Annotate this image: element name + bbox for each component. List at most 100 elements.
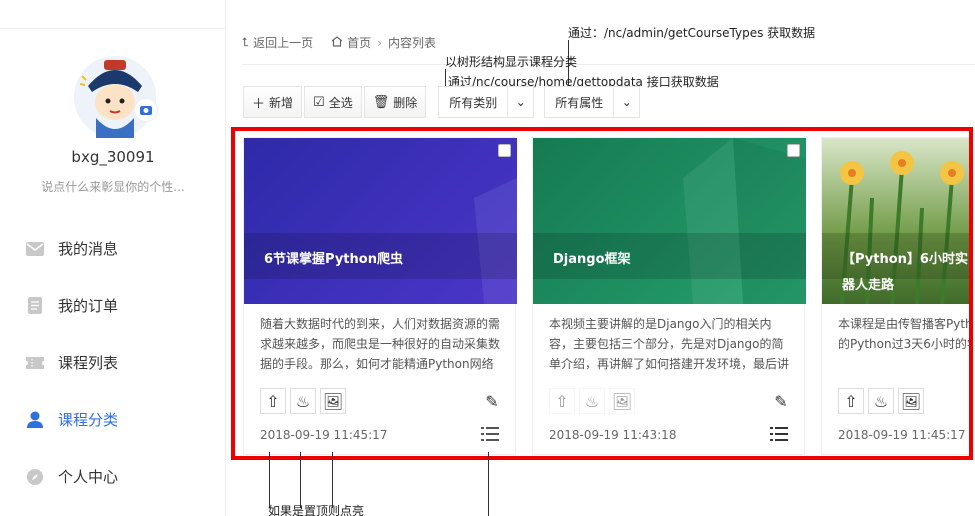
hot-button[interactable]: ♨ — [290, 388, 316, 414]
course-description: 随着大数据时代的到来，人们对数据资源的需求越来越多，而爬虫是一种很好的自动采集数… — [260, 317, 501, 371]
add-button[interactable]: ＋新增 — [243, 86, 303, 118]
annotation-line — [332, 452, 333, 508]
delete-button[interactable]: 🗑 删除 — [363, 86, 427, 118]
checkbox-icon: ☑ — [313, 94, 325, 110]
pin-top-button[interactable]: ⇧ — [549, 388, 575, 414]
breadcrumb: ⮤ 返回上一页 首页 › 内容列表 — [242, 34, 436, 51]
annotation-line — [300, 452, 301, 508]
course-card[interactable]: 【Python】6小时实 器人走路 本课程是由传智播客Python基础同学所开展… — [821, 137, 973, 455]
home-icon[interactable] — [331, 35, 343, 50]
trash-icon: 🗑 — [372, 94, 390, 110]
divider — [0, 28, 226, 29]
hot-button[interactable]: ♨ — [868, 388, 894, 414]
course-date: 2018-09-19 11:43:18 — [549, 428, 677, 442]
course-title: 【Python】6小时实 — [842, 252, 968, 267]
sidebar: bxg_30091 说点什么来彰显你的个性... 我的消息 我的订单 课程列表 … — [0, 0, 226, 516]
avatar[interactable] — [74, 56, 156, 138]
edit-button[interactable]: ✎ — [770, 390, 792, 412]
sidebar-item-label: 课程列表 — [58, 354, 119, 372]
course-title-line2: 器人走路 — [842, 278, 895, 293]
course-date: 2018-09-19 11:45:17 — [838, 428, 966, 442]
sidebar-item-label: 我的订单 — [58, 297, 119, 315]
course-card[interactable]: 6节课掌握Python爬虫 随着大数据时代的到来，人们对数据资源的需求越来越多，… — [243, 137, 517, 455]
card-actions: ⇧ ♨ 🖼 — [838, 388, 928, 414]
image-icon: 🖼 — [611, 391, 633, 411]
image-icon: 🖼 — [322, 391, 344, 411]
list-icon[interactable] — [768, 425, 790, 443]
pin-top-button[interactable]: ⇧ — [260, 388, 286, 414]
flame-icon: ♨ — [584, 391, 600, 411]
signature[interactable]: 说点什么来彰显你的个性... — [0, 178, 226, 195]
compass-icon — [26, 468, 44, 486]
sidebar-item-orders[interactable]: 我的订单 — [0, 277, 226, 334]
arrow-up-icon: ⇧ — [844, 391, 858, 411]
category-select[interactable]: 所有类别 ⌄ — [438, 86, 535, 118]
annotation-line — [488, 452, 489, 516]
sidebar-item-personal-center[interactable]: 个人中心 — [0, 448, 226, 505]
sidebar-item-label: 我的消息 — [58, 240, 119, 258]
back-link[interactable]: 返回上一页 — [253, 34, 313, 51]
course-cards-frame: 6节课掌握Python爬虫 随着大数据时代的到来，人们对数据资源的需求越来越多，… — [231, 127, 973, 460]
course-date: 2018-09-19 11:45:17 — [260, 428, 388, 442]
arrow-up-icon: ⇧ — [266, 391, 280, 411]
sidebar-nav: 我的消息 我的订单 课程列表 课程分类 个人中心 — [0, 220, 226, 505]
chevron-down-icon: ⌄ — [613, 87, 639, 117]
image-button[interactable]: 🖼 — [609, 388, 635, 414]
annotation-api-types: 通过：/nc/admin/getCourseTypes 获取数据 — [568, 26, 816, 40]
course-description: 本课程是由传智播客Python基础同学所开展的Python过3天6小时的学习，让… — [838, 317, 973, 351]
camera-icon[interactable] — [134, 98, 158, 122]
delete-label: 删除 — [393, 95, 418, 110]
chevron-down-icon: ⌄ — [507, 87, 533, 117]
sidebar-item-label: 课程分类 — [58, 411, 119, 429]
course-title: Django框架 — [553, 252, 631, 267]
ticket-icon — [26, 354, 44, 372]
annotation-line — [445, 69, 446, 86]
course-card[interactable]: Django框架 本视频主要讲解的是Django入门的相关内容，主要包括三个部分… — [532, 137, 806, 455]
list-icon[interactable] — [479, 425, 501, 443]
add-label: 新增 — [269, 95, 294, 110]
hot-button[interactable]: ♨ — [579, 388, 605, 414]
divider — [242, 64, 975, 65]
flame-icon: ♨ — [873, 391, 889, 411]
pencil-icon: ✎ — [774, 391, 788, 411]
image-icon: 🖼 — [900, 391, 922, 411]
username: bxg_30091 — [71, 148, 155, 166]
annotation-line — [269, 452, 270, 508]
chevron-right-icon: › — [377, 35, 382, 50]
toolbar: ＋新增 ☑ 全选 🗑 删除 所有类别 ⌄ 所有属性 ⌄ — [243, 86, 641, 118]
card-actions: ⇧ ♨ 🖼 — [549, 388, 639, 414]
course-cover[interactable]: 6节课掌握Python爬虫 — [244, 138, 517, 304]
sidebar-item-messages[interactable]: 我的消息 — [0, 220, 226, 277]
pin-top-button[interactable]: ⇧ — [838, 388, 864, 414]
card-checkbox[interactable] — [787, 144, 800, 157]
back-icon[interactable]: ⮤ — [242, 35, 249, 50]
image-button[interactable]: 🖼 — [898, 388, 924, 414]
document-icon — [26, 297, 44, 315]
image-button[interactable]: 🖼 — [320, 388, 346, 414]
pencil-icon: ✎ — [485, 391, 499, 411]
category-select-value: 所有类别 — [449, 95, 498, 110]
select-all-label: 全选 — [328, 95, 353, 110]
course-description: 本视频主要讲解的是Django入门的相关内容，主要包括三个部分，先是对Djang… — [549, 317, 790, 371]
user-icon — [26, 411, 44, 429]
sidebar-item-course-category[interactable]: 课程分类 — [0, 391, 226, 448]
sidebar-item-label: 个人中心 — [58, 468, 119, 486]
mail-icon — [26, 240, 44, 258]
plus-icon: ＋ — [252, 96, 266, 112]
course-cover[interactable]: 【Python】6小时实 器人走路 — [822, 138, 969, 304]
card-checkbox[interactable] — [498, 144, 511, 157]
attribute-select-value: 所有属性 — [555, 95, 604, 110]
sidebar-item-course-list[interactable]: 课程列表 — [0, 334, 226, 391]
course-cover[interactable]: Django框架 — [533, 138, 806, 304]
attribute-select[interactable]: 所有属性 ⌄ — [544, 86, 641, 118]
course-card-list: 6节课掌握Python爬虫 随着大数据时代的到来，人们对数据资源的需求越来越多，… — [243, 137, 973, 456]
arrow-up-icon: ⇧ — [555, 391, 569, 411]
select-all-button[interactable]: ☑ 全选 — [304, 86, 362, 118]
flame-icon: ♨ — [295, 391, 311, 411]
card-actions: ⇧ ♨ 🖼 — [260, 388, 350, 414]
edit-button[interactable]: ✎ — [481, 390, 503, 412]
breadcrumb-current: 内容列表 — [387, 36, 436, 50]
annotation-top-note: 如果是置顶则点亮 — [268, 504, 365, 516]
course-title: 6节课掌握Python爬虫 — [264, 252, 403, 267]
breadcrumb-home[interactable]: 首页 — [347, 34, 371, 51]
